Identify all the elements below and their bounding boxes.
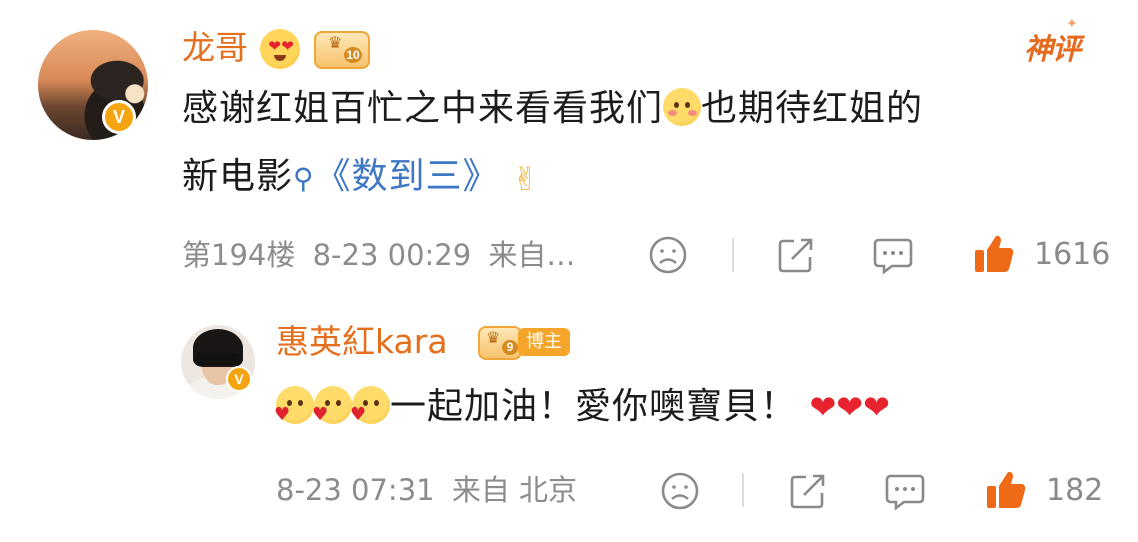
victory-hand-emoji-icon: ✌ <box>512 160 540 198</box>
sparkle-icon: ✦ <box>1066 16 1078 32</box>
topic-link[interactable]: 《数到三》 <box>315 156 500 197</box>
heart-eyes-emoji-icon: ❤ ❤ <box>260 29 300 69</box>
verified-badge: V <box>102 100 136 134</box>
share-icon[interactable] <box>788 471 828 511</box>
divider <box>732 238 734 272</box>
comment-icon[interactable] <box>884 472 926 510</box>
timestamp: 8-23 07:31 <box>276 473 435 507</box>
divider <box>742 473 744 507</box>
user-level-badge: ♛ 10 <box>314 31 370 69</box>
red-hearts-emoji-icon: ❤❤❤ <box>809 388 890 426</box>
love-emoji-icon: ♥ <box>350 386 390 424</box>
thumbs-up-icon[interactable] <box>972 232 1016 276</box>
timestamp: 8-23 00:29 <box>312 238 472 272</box>
comment-meta: 第194楼 8-23 00:29 来自… <box>182 237 575 273</box>
content-text: 感谢红姐百忙之中来看看我们 <box>182 88 664 129</box>
comment-icon[interactable] <box>872 236 914 274</box>
comment-content-line-2: 新电影⚲《数到三》 ✌ <box>182 146 1112 210</box>
source: 来自 北京 <box>451 473 578 507</box>
share-icon[interactable] <box>776 235 816 275</box>
floor-number: 第194楼 <box>182 238 296 272</box>
featured-comment-badge: 神评 <box>1024 32 1081 66</box>
author-tag: 博主 <box>518 328 570 356</box>
love-emoji-icon: ♥ <box>312 386 352 424</box>
comment-author-name[interactable]: 龙哥 <box>182 28 248 68</box>
sad-face-icon[interactable] <box>660 471 700 511</box>
search-icon: ⚲ <box>293 162 315 195</box>
comment-content: 感谢红姐百忙之中来看看我们 也期待红姐的 <box>182 78 1112 140</box>
sad-face-icon[interactable] <box>648 235 688 275</box>
content-text-3: 新电影 <box>182 156 294 197</box>
like-count: 1616 <box>1034 237 1111 272</box>
reply-text: 一起加油！愛你噢寶貝！ <box>390 386 798 427</box>
reply-author-name[interactable]: 惠英紅kara <box>276 322 448 362</box>
like-count: 182 <box>1046 473 1104 508</box>
verified-badge: V <box>226 366 252 392</box>
user-level-badge: ♛ 9 <box>478 326 522 360</box>
love-emoji-icon: ♥ <box>274 386 314 424</box>
reply-content: ♥ ♥ ♥ 一起加油！愛你噢寶貝！ ❤❤❤ <box>274 376 1096 438</box>
thumbs-up-icon[interactable] <box>984 468 1028 512</box>
love-emoji-icon <box>663 88 702 126</box>
content-text-2: 也期待红姐的 <box>701 88 924 129</box>
source: 来自… <box>488 238 576 272</box>
reply-meta: 8-23 07:31 来自 北京 <box>276 472 577 508</box>
